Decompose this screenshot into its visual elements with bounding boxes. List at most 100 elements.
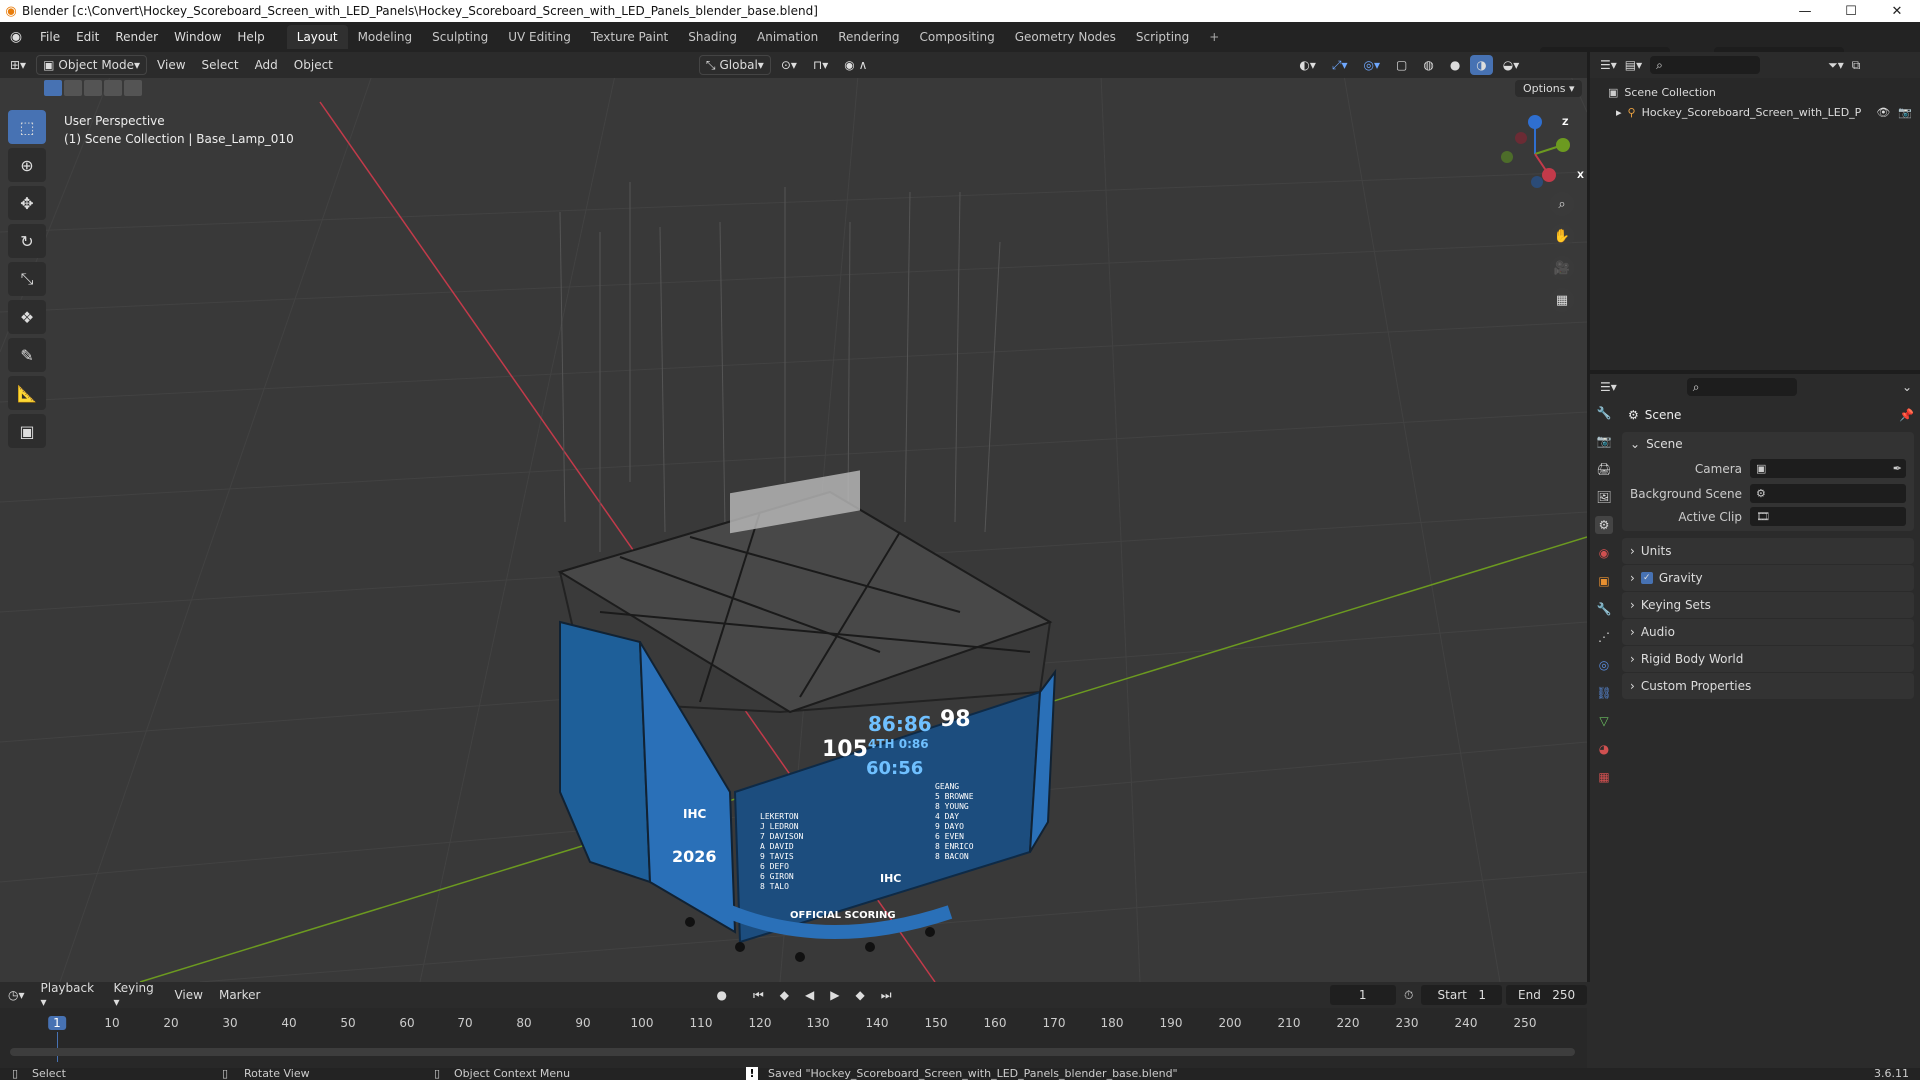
mode-dropdown[interactable]: ▣ Object Mode ▾: [36, 55, 148, 75]
gravity-checkbox[interactable]: ✓: [1640, 572, 1653, 584]
camera-field[interactable]: ▣ ✒: [1750, 459, 1906, 478]
select-invert-icon[interactable]: [104, 80, 122, 96]
add-cube-tool-icon[interactable]: ▣: [8, 414, 46, 448]
object-tab-icon[interactable]: ▣: [1595, 572, 1613, 590]
measure-tool-icon[interactable]: 📐: [8, 376, 46, 410]
rendered-shading-icon[interactable]: ◒▾: [1497, 55, 1526, 75]
particles-tab-icon[interactable]: ⋰: [1595, 628, 1613, 646]
expand-arrow-icon[interactable]: ▸: [1616, 106, 1622, 119]
move-tool-icon[interactable]: ✥: [8, 186, 46, 220]
tab-texture-paint[interactable]: Texture Paint: [581, 25, 678, 49]
select-subtract-icon[interactable]: [84, 80, 102, 96]
select-intersect-icon[interactable]: [124, 80, 142, 96]
snap-icon[interactable]: ⊓▾: [807, 55, 834, 75]
tab-sculpting[interactable]: Sculpting: [422, 25, 498, 49]
overlay-toggle-icon[interactable]: ◎▾: [1357, 55, 1386, 75]
navigation-gizmo[interactable]: [1501, 115, 1570, 188]
tab-shading[interactable]: Shading: [678, 25, 747, 49]
minimize-button[interactable]: —: [1782, 0, 1828, 22]
physics-tab-icon[interactable]: ◎: [1595, 656, 1613, 674]
annotate-tool-icon[interactable]: ✎: [8, 338, 46, 372]
tab-scripting[interactable]: Scripting: [1126, 25, 1199, 49]
background-scene-field[interactable]: ⚙: [1750, 484, 1906, 503]
camera-view-icon[interactable]: 🎥: [1550, 256, 1574, 280]
end-frame-field[interactable]: End 250: [1506, 985, 1587, 1005]
eye-icon[interactable]: 👁: [1876, 106, 1890, 119]
play-reverse-icon[interactable]: ◀: [797, 988, 822, 1002]
tool-tab-icon[interactable]: 🔧: [1595, 404, 1613, 422]
render-tab-icon[interactable]: 📷: [1595, 432, 1613, 450]
preview-range-icon[interactable]: ⏱: [1396, 988, 1421, 1003]
camera-restrict-icon[interactable]: 📷: [1898, 106, 1912, 119]
orientation-dropdown[interactable]: ⤡ Global ▾: [698, 55, 771, 75]
properties-search-input[interactable]: ⌕: [1686, 378, 1797, 396]
menu-file[interactable]: File: [32, 30, 68, 44]
menu-playback[interactable]: Playback ▾: [33, 981, 106, 1009]
jump-start-icon[interactable]: ⏮: [745, 988, 772, 1003]
texture-tab-icon[interactable]: ▦: [1595, 768, 1613, 786]
playhead[interactable]: 1: [48, 1016, 66, 1030]
menu-window[interactable]: Window: [166, 30, 229, 44]
menu-edit[interactable]: Edit: [68, 30, 107, 44]
outliner-type-icon[interactable]: ☰▾: [1600, 58, 1617, 72]
menu-add[interactable]: Add: [249, 55, 284, 75]
cursor-tool-icon[interactable]: ⊕: [8, 148, 46, 182]
start-frame-field[interactable]: Start 1: [1421, 985, 1503, 1005]
tab-geometry-nodes[interactable]: Geometry Nodes: [1005, 25, 1126, 49]
audio-subpanel[interactable]: › Audio: [1622, 618, 1914, 645]
menu-render[interactable]: Render: [107, 30, 166, 44]
timeline-scrollbar[interactable]: [10, 1048, 1575, 1056]
rotate-tool-icon[interactable]: ↻: [8, 224, 46, 258]
menu-help[interactable]: Help: [229, 30, 272, 44]
modifier-tab-icon[interactable]: 🔧: [1595, 600, 1613, 618]
frame-ruler[interactable]: 1 10 20 30 40 50 60 70 80 90 100 110 120…: [0, 1016, 1587, 1036]
tab-layout[interactable]: Layout: [286, 25, 348, 49]
select-new-icon[interactable]: [44, 80, 62, 96]
view-layer-tab-icon[interactable]: 🖼: [1595, 488, 1613, 506]
tab-rendering[interactable]: Rendering: [828, 25, 909, 49]
menu-object[interactable]: Object: [288, 55, 339, 75]
output-tab-icon[interactable]: 🖨: [1595, 460, 1613, 478]
tab-modeling[interactable]: Modeling: [348, 25, 423, 49]
pin-icon[interactable]: 📌: [1899, 408, 1914, 422]
keying-sets-subpanel[interactable]: › Keying Sets: [1622, 591, 1914, 618]
rigid-body-world-subpanel[interactable]: › Rigid Body World: [1622, 645, 1914, 672]
data-tab-icon[interactable]: ▽: [1595, 712, 1613, 730]
menu-view[interactable]: View: [151, 55, 191, 75]
tab-uv-editing[interactable]: UV Editing: [498, 25, 581, 49]
menu-keying[interactable]: Keying ▾: [105, 981, 166, 1009]
outliner-item[interactable]: ▸ ⚲ Hockey_Scoreboard_Screen_with_LED_P …: [1590, 102, 1920, 122]
pivot-icon[interactable]: ⊙▾: [775, 55, 803, 75]
scoreboard-model[interactable]: [557, 470, 1057, 962]
editor-type-icon[interactable]: ⊞▾: [4, 55, 32, 75]
select-extend-icon[interactable]: [64, 80, 82, 96]
tab-compositing[interactable]: Compositing: [909, 25, 1004, 49]
wireframe-shading-icon[interactable]: ◍: [1417, 55, 1439, 75]
world-tab-icon[interactable]: ◉: [1595, 544, 1613, 562]
tab-animation[interactable]: Animation: [747, 25, 828, 49]
jump-end-icon[interactable]: ⏭: [873, 988, 900, 1003]
display-mode-icon[interactable]: ▤▾: [1625, 58, 1642, 72]
gravity-subpanel[interactable]: › ✓ Gravity: [1622, 564, 1914, 591]
properties-type-icon[interactable]: ☰▾: [1600, 380, 1617, 394]
menu-select[interactable]: Select: [196, 55, 245, 75]
timeline-type-icon[interactable]: ◷▾: [0, 988, 33, 1002]
scene-panel-header[interactable]: ⌄ Scene: [1622, 432, 1914, 456]
menu-timeline-view[interactable]: View: [166, 988, 210, 1002]
custom-properties-subpanel[interactable]: › Custom Properties: [1622, 672, 1914, 699]
constraints-tab-icon[interactable]: ⛓: [1595, 684, 1613, 702]
filter-icon[interactable]: ⏷▾: [1828, 58, 1844, 73]
next-keyframe-icon[interactable]: ◆: [847, 988, 872, 1002]
blender-menu-icon[interactable]: ◉: [0, 29, 32, 45]
pan-hand-icon[interactable]: ✋: [1550, 224, 1574, 248]
xray-icon[interactable]: ▢: [1390, 55, 1413, 75]
material-shading-icon[interactable]: ◑: [1470, 55, 1493, 75]
new-collection-icon[interactable]: ⧉: [1852, 58, 1861, 73]
prev-keyframe-icon[interactable]: ◆: [772, 988, 797, 1002]
visibility-icon[interactable]: ◐▾: [1293, 55, 1322, 75]
auto-keying-icon[interactable]: ●: [708, 988, 734, 1002]
gizmo-toggle-icon[interactable]: ⤢▾: [1326, 55, 1354, 75]
menu-marker[interactable]: Marker: [211, 988, 268, 1002]
material-tab-icon[interactable]: ◕: [1595, 740, 1613, 758]
active-clip-field[interactable]: 🎞: [1750, 507, 1906, 526]
